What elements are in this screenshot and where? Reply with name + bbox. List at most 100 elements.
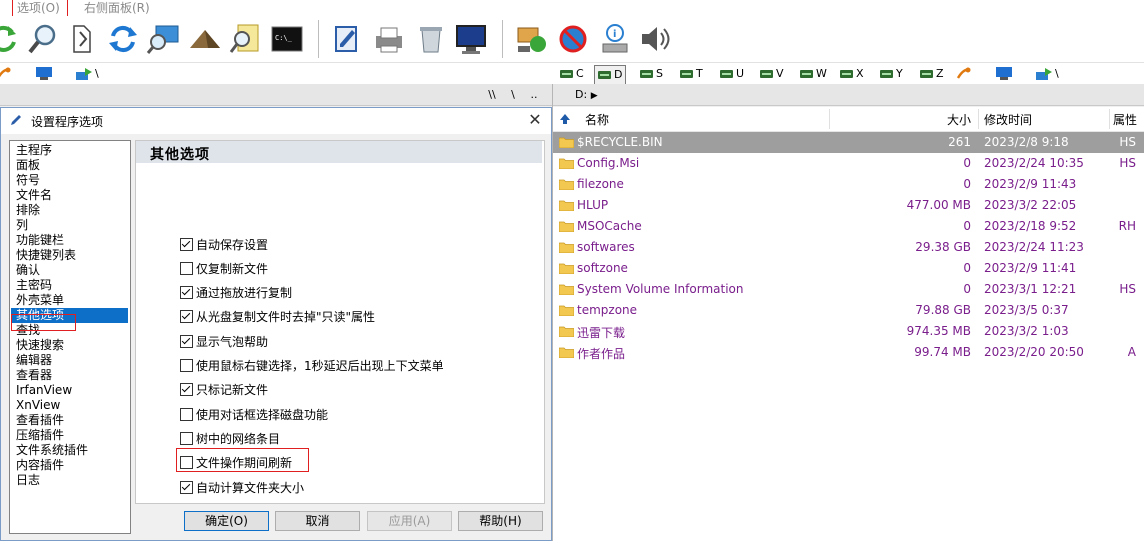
drive-t[interactable]: T <box>680 66 703 82</box>
column-modified[interactable]: 修改时间 <box>984 111 1032 128</box>
nav-item[interactable]: 快速搜索 <box>16 338 64 353</box>
file-row[interactable]: softwares 29.38 GB 2023/2/24 11:23 <box>553 237 1144 258</box>
drive-network-root[interactable]: \ <box>76 66 99 82</box>
drive-y[interactable]: Y <box>880 66 903 82</box>
nav-item[interactable]: 文件系统插件 <box>16 443 88 458</box>
nav-item[interactable]: 面板 <box>16 158 40 173</box>
option-checkbox[interactable]: 使用鼠标右键选择，1秒延迟后出现上下文菜单 <box>180 357 444 375</box>
checkbox-unchecked-icon[interactable] <box>180 359 193 372</box>
recycle-bin-icon[interactable] <box>414 22 448 56</box>
file-row[interactable]: softzone 0 2023/2/9 11:41 <box>553 258 1144 279</box>
nav-item[interactable]: 日志 <box>16 473 40 488</box>
nav-item[interactable]: 主程序 <box>16 143 52 158</box>
checkbox-checked-icon[interactable] <box>180 383 193 397</box>
drive-v[interactable]: V <box>760 66 784 82</box>
checkbox-checked-icon[interactable] <box>180 286 193 300</box>
column-size[interactable]: 大小 <box>947 111 971 128</box>
ok-button[interactable]: 确定(O) <box>184 511 269 531</box>
file-row[interactable]: System Volume Information 0 2023/3/1 12:21… <box>553 279 1144 300</box>
nav-item[interactable]: XnView <box>16 398 60 413</box>
nav-item[interactable]: 快捷键列表 <box>16 248 76 263</box>
current-path[interactable]: D: ▶ <box>575 87 598 103</box>
monitor-icon[interactable] <box>36 67 52 80</box>
option-checkbox[interactable]: 显示气泡帮助 <box>180 332 268 350</box>
speaker-icon[interactable] <box>638 22 672 56</box>
network-drive-icon[interactable] <box>514 22 548 56</box>
path-root-button[interactable]: \ <box>506 87 520 103</box>
checkbox-unchecked-icon[interactable] <box>180 431 193 445</box>
option-checkbox[interactable]: 通过拖放进行复制 <box>180 284 292 302</box>
nav-item[interactable]: 外壳菜单 <box>16 293 64 308</box>
nav-item[interactable]: IrfanView <box>16 383 72 398</box>
sort-up-icon[interactable] <box>559 113 571 125</box>
column-divider[interactable] <box>978 109 979 129</box>
nav-item[interactable]: 内容插件 <box>16 458 64 473</box>
checkbox-unchecked-icon[interactable] <box>180 261 193 275</box>
refresh-icon[interactable] <box>0 22 20 56</box>
option-checkbox[interactable]: 仅复制新文件 <box>180 259 268 277</box>
monitor-icon[interactable] <box>454 22 488 56</box>
option-checkbox[interactable]: 自动保存设置 <box>180 235 268 253</box>
drive-x[interactable]: X <box>840 66 864 82</box>
file-row[interactable]: MSOCache 0 2023/2/18 9:52 RH <box>553 216 1144 237</box>
nav-item[interactable]: 查看插件 <box>16 413 64 428</box>
nav-item[interactable]: 符号 <box>16 173 40 188</box>
apply-button[interactable]: 应用(A) <box>367 511 452 531</box>
favorites-icon[interactable] <box>956 66 972 80</box>
nav-item[interactable]: 主密码 <box>16 278 52 293</box>
nav-item[interactable]: 压缩插件 <box>16 428 64 443</box>
checkbox-checked-icon[interactable] <box>180 480 193 494</box>
option-checkbox[interactable]: 自动计算文件夹大小 <box>180 478 304 496</box>
file-row[interactable]: $RECYCLE.BIN 261 2023/2/8 9:18 HS <box>553 132 1144 153</box>
drive-c[interactable]: C <box>560 66 584 82</box>
pyramid-icon[interactable] <box>188 22 222 56</box>
drive-w[interactable]: W <box>800 66 827 82</box>
sync-icon[interactable] <box>106 22 140 56</box>
close-icon[interactable]: ✕ <box>525 110 545 130</box>
network-search-icon[interactable] <box>146 22 180 56</box>
cancel-button[interactable]: 取消 <box>275 511 360 531</box>
nav-item[interactable]: 文件名 <box>16 188 52 203</box>
nav-item[interactable]: 确认 <box>16 263 40 278</box>
nav-item[interactable]: 查看器 <box>16 368 52 383</box>
printer-icon[interactable] <box>372 22 406 56</box>
find-file-icon[interactable] <box>228 22 262 56</box>
command-prompt-icon[interactable]: C:\_ <box>270 22 304 56</box>
option-checkbox[interactable]: 树中的网络条目 <box>180 429 280 447</box>
help-button[interactable]: 帮助(H) <box>458 511 543 531</box>
compare-icon[interactable] <box>66 22 100 56</box>
path-network-button[interactable]: \\ <box>482 87 502 103</box>
option-checkbox[interactable]: 从光盘复制文件时去掉"只读"属性 <box>180 308 375 326</box>
drive-s[interactable]: S <box>640 66 663 82</box>
menu-right-panel[interactable]: 右侧面板(R) <box>84 0 150 16</box>
checkbox-checked-icon[interactable] <box>180 237 193 251</box>
column-divider[interactable] <box>1109 109 1110 129</box>
drive-network-root-right[interactable]: \ <box>1036 66 1059 82</box>
path-up-button[interactable]: .. <box>526 87 542 103</box>
search-icon[interactable] <box>26 22 60 56</box>
nav-item[interactable]: 列 <box>16 218 28 233</box>
monitor-icon[interactable] <box>996 67 1012 80</box>
file-row[interactable]: filezone 0 2023/2/9 11:43 <box>553 174 1144 195</box>
file-row[interactable]: 迅雷下载 974.35 MB 2023/3/2 1:03 <box>553 321 1144 342</box>
option-checkbox[interactable]: 只标记新文件 <box>180 381 268 399</box>
column-attributes[interactable]: 属性 <box>1113 111 1137 128</box>
edit-icon[interactable] <box>330 22 364 56</box>
column-name[interactable]: 名称 <box>585 111 609 128</box>
drive-u[interactable]: U <box>720 66 744 82</box>
file-row[interactable]: 作者作品 99.74 MB 2023/2/20 20:50 A <box>553 342 1144 363</box>
drive-z[interactable]: Z <box>920 66 944 82</box>
option-checkbox[interactable]: 使用对话框选择磁盘功能 <box>180 405 328 423</box>
drive-d[interactable]: D <box>594 65 627 85</box>
favorites-icon[interactable] <box>0 66 12 80</box>
nav-item[interactable]: 编辑器 <box>16 353 52 368</box>
checkbox-checked-icon[interactable] <box>180 334 193 348</box>
nav-item[interactable]: 排除 <box>16 203 40 218</box>
file-row[interactable]: HLUP 477.00 MB 2023/3/2 22:05 <box>553 195 1144 216</box>
checkbox-unchecked-icon[interactable] <box>180 407 193 421</box>
file-row[interactable]: tempzone 79.88 GB 2023/3/5 0:37 <box>553 300 1144 321</box>
file-row[interactable]: Config.Msi 0 2023/2/24 10:35 HS <box>553 153 1144 174</box>
checkbox-checked-icon[interactable] <box>180 310 193 324</box>
disk-info-icon[interactable]: i <box>598 22 632 56</box>
column-divider[interactable] <box>829 109 830 129</box>
